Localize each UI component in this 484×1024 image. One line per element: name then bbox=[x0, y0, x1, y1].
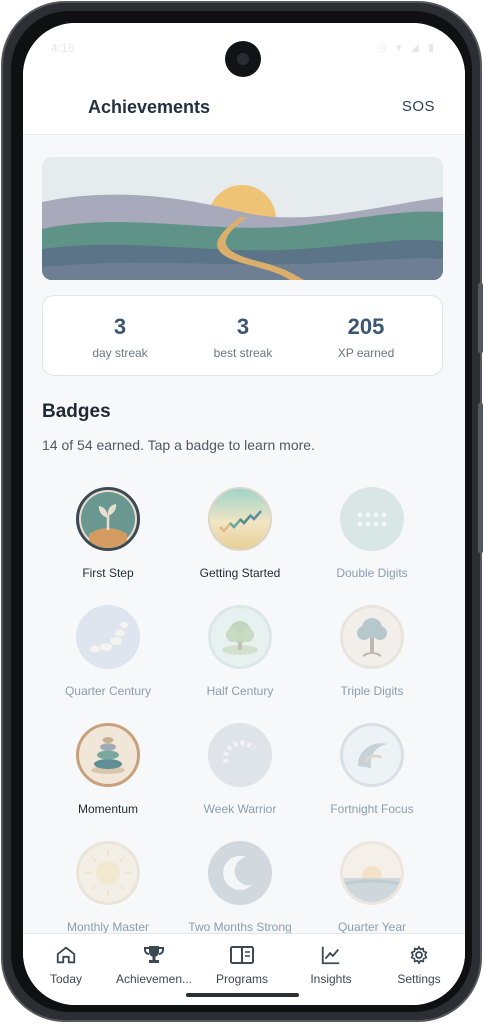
tree-icon bbox=[208, 605, 272, 669]
nav-insights[interactable]: Insights bbox=[291, 942, 371, 986]
badge-label: Week Warrior bbox=[203, 802, 277, 816]
stat-label: day streak bbox=[92, 346, 148, 360]
badge-label: Double Digits bbox=[336, 566, 408, 580]
nav-settings[interactable]: Settings bbox=[379, 942, 459, 986]
trophy-icon bbox=[114, 942, 194, 968]
dots-icon bbox=[340, 487, 404, 551]
badge-momentum[interactable]: Momentum bbox=[38, 723, 178, 816]
wave-moon-icon bbox=[340, 723, 404, 787]
stat-label: best streak bbox=[213, 346, 273, 360]
badge-first-step[interactable]: First Step bbox=[38, 487, 178, 580]
badge-triple-digits[interactable]: Triple Digits bbox=[302, 605, 442, 698]
checkmarks-icon bbox=[208, 487, 272, 551]
stat-value: 3 bbox=[236, 314, 250, 339]
badge-label: First Step bbox=[82, 566, 134, 580]
pebbles-icon bbox=[76, 605, 140, 669]
book-icon bbox=[202, 942, 282, 968]
badge-fortnight-focus[interactable]: Fortnight Focus bbox=[302, 723, 442, 816]
phone-frame: 4:16 ◷ ▾ ◢ ▮ Achievements SOS 3 day stre… bbox=[1, 1, 483, 1022]
stat-day-streak: 3 day streak bbox=[60, 314, 180, 360]
sprout-icon bbox=[76, 487, 140, 551]
screen: 4:16 ◷ ▾ ◢ ▮ Achievements SOS 3 day stre… bbox=[23, 23, 465, 1005]
nav-label: Insights bbox=[310, 972, 352, 986]
badge-label: Half Century bbox=[206, 684, 274, 698]
badge-getting-started[interactable]: Getting Started bbox=[170, 487, 310, 580]
badge-label: Triple Digits bbox=[340, 684, 404, 698]
badge-label: Quarter Century bbox=[64, 684, 152, 698]
badges-subtitle: 14 of 54 earned. Tap a badge to learn mo… bbox=[42, 437, 315, 453]
stat-best-streak: 3 best streak bbox=[183, 314, 303, 360]
nav-today[interactable]: Today bbox=[26, 942, 106, 986]
page-title: Achievements bbox=[88, 97, 211, 117]
volume-button bbox=[478, 283, 483, 353]
status-icons: ◷ ▾ ◢ ▮ bbox=[377, 42, 437, 54]
nav-achievements[interactable]: Achievemen... bbox=[114, 942, 194, 986]
crescent-moon-icon bbox=[208, 841, 272, 905]
gear-icon bbox=[379, 942, 459, 968]
front-camera bbox=[225, 41, 261, 77]
badge-quarter-year[interactable]: Quarter Year bbox=[302, 841, 442, 934]
badge-label: Monthly Master bbox=[66, 920, 150, 934]
badge-two-months-strong[interactable]: Two Months Strong bbox=[170, 841, 310, 934]
badge-monthly-master[interactable]: Monthly Master bbox=[38, 841, 178, 934]
stat-label: XP earned bbox=[337, 346, 395, 360]
home-icon bbox=[26, 942, 106, 968]
arc-icon bbox=[208, 723, 272, 787]
sunrise-icon bbox=[340, 841, 404, 905]
badge-double-digits[interactable]: Double Digits bbox=[302, 487, 442, 580]
badge-week-warrior[interactable]: Week Warrior bbox=[170, 723, 310, 816]
stat-value: 205 bbox=[347, 314, 385, 339]
hero-landscape-image bbox=[42, 157, 443, 280]
badge-label: Fortnight Focus bbox=[330, 802, 414, 816]
nav-label: Programs bbox=[215, 972, 268, 986]
badges-heading: Badges bbox=[42, 401, 111, 422]
stacked-stones-icon bbox=[76, 723, 140, 787]
stat-value: 3 bbox=[113, 314, 127, 339]
badge-quarter-century[interactable]: Quarter Century bbox=[38, 605, 178, 698]
sun-icon bbox=[76, 841, 140, 905]
sos-button[interactable]: SOS bbox=[402, 98, 435, 115]
badge-half-century[interactable]: Half Century bbox=[170, 605, 310, 698]
stats-card: 3 day streak 3 best streak 205 XP earned bbox=[42, 295, 443, 376]
badge-label: Momentum bbox=[77, 802, 139, 816]
nav-label: Today bbox=[49, 972, 83, 986]
nav-label: Achievemen... bbox=[115, 972, 193, 986]
badge-label: Two Months Strong bbox=[188, 920, 292, 934]
nav-programs[interactable]: Programs bbox=[202, 942, 282, 986]
nav-label: Settings bbox=[397, 972, 441, 986]
big-tree-icon bbox=[340, 605, 404, 669]
badge-label: Getting Started bbox=[199, 566, 281, 580]
stat-xp-earned: 205 XP earned bbox=[306, 314, 426, 360]
power-button bbox=[478, 403, 483, 553]
badge-label: Quarter Year bbox=[337, 920, 407, 934]
status-time: 4:16 bbox=[51, 41, 75, 55]
bottom-navigation: Today Achievemen... Programs Insights Se… bbox=[23, 933, 465, 1005]
app-bar: Achievements SOS bbox=[23, 79, 465, 135]
home-indicator[interactable] bbox=[186, 993, 299, 997]
chart-icon bbox=[291, 942, 371, 968]
